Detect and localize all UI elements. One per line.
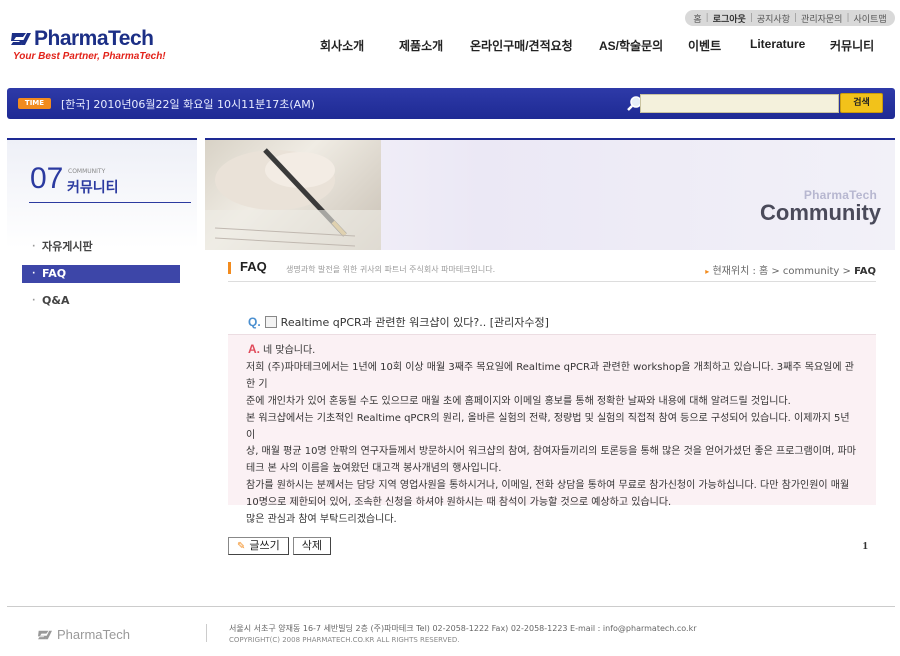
answer-line: 준에 개인차가 있어 혼동될 수도 있으므로 매월 초에 홈페이지와 이메일 홍… — [246, 395, 791, 407]
delete-button[interactable]: 삭제 — [292, 537, 332, 555]
logo-tagline: Your Best Partner, PharmaTech! — [13, 51, 166, 62]
footer-copyright: COPYRIGHT(C) 2008 PHARMATECH.CO.KR ALL R… — [229, 636, 460, 644]
nav-item-event[interactable]: 이벤트 — [688, 37, 750, 54]
title-bar-marker — [228, 262, 231, 274]
write-button[interactable]: ✎ 글쓰기 — [228, 537, 289, 555]
util-separator: | — [705, 13, 709, 23]
answer-line: 상, 매월 평균 10명 안팎의 연구자들께서 방문하시어 워크샵의 참여, 참… — [246, 446, 856, 458]
pencil-icon: ✎ — [237, 541, 246, 552]
util-separator: | — [846, 13, 850, 23]
page-title: FAQ — [240, 259, 267, 274]
pagination-page[interactable]: 1 — [863, 540, 869, 552]
breadcrumb-path: 현재위치 : 홈 > community > — [712, 266, 855, 277]
side-menu-faq[interactable]: · FAQ — [22, 265, 180, 283]
side-menu: · 자유게시판 · FAQ · Q&A — [22, 238, 180, 319]
footer-separator — [206, 624, 207, 642]
section-title: 커뮤니티 — [67, 180, 119, 196]
nav-item-online-order[interactable]: 온라인구매/견적요청 — [470, 37, 599, 54]
answer-line: 테크 본 사의 이름을 높여왔던 대고객 봉사개념의 행사입니다. — [246, 463, 502, 475]
util-notice-link[interactable]: 공지사항 — [757, 12, 790, 25]
faq-question: Q. Realtime qPCR과 관련한 워크샵이 있다?.. [관리자수정] — [248, 314, 549, 330]
answer-line: 저희 (주)파마테크에서는 1년에 10회 이상 매월 3째주 목요일에 Rea… — [246, 361, 854, 390]
side-menu-free-board[interactable]: · 자유게시판 — [22, 238, 180, 256]
footer-logo-mark-icon — [38, 630, 52, 639]
side-menu-label: Q&A — [42, 294, 70, 307]
question-checkbox[interactable] — [264, 316, 277, 328]
page-subtitle: 생명과학 발전을 위한 귀사의 파트너 주식회사 파마테크입니다. — [286, 265, 496, 274]
side-menu-qna[interactable]: · Q&A — [22, 292, 180, 310]
search-input[interactable] — [640, 94, 839, 113]
answer-mark-icon: A. — [248, 342, 260, 356]
banner-photo — [205, 140, 381, 250]
util-separator: | — [749, 13, 753, 23]
bullet-icon: · — [32, 269, 36, 279]
nav-item-as-inquiry[interactable]: AS/학술문의 — [599, 37, 688, 54]
footer-divider — [7, 606, 895, 607]
time-badge: TIME — [18, 98, 51, 109]
answer-line: A. 네 맞습니다. — [248, 342, 316, 356]
question-mark-icon: Q. — [248, 315, 261, 329]
content-header: FAQ 생명과학 발전을 위한 귀사의 파트너 주식회사 파마테크입니다. ▸ … — [228, 256, 876, 282]
answer-line: 10명으로 제한되어 있어, 조속한 신청을 하셔야 원하시는 때 참석이 가능… — [246, 497, 672, 509]
section-header: 07 COMMUNITY 커뮤니티 — [7, 138, 197, 248]
bullet-icon: · — [32, 296, 36, 306]
util-admin-contact-link[interactable]: 관리자문의 — [801, 12, 842, 25]
banner-title: Community — [760, 200, 881, 225]
faq-answer: A. 네 맞습니다. 저희 (주)파마테크에서는 1년에 10회 이상 매월 3째… — [228, 334, 876, 525]
answer-line: 본 워크샵에서는 기초적인 Realtime qPCR의 원리, 올바른 실험의… — [246, 412, 850, 441]
main-navigation: 회사소개 제품소개 온라인구매/견적요청 AS/학술문의 이벤트 Literat… — [320, 37, 874, 54]
side-menu-label: FAQ — [42, 267, 67, 280]
util-sitemap-link[interactable]: 사이트맵 — [854, 12, 887, 25]
util-home-link[interactable]: 홈 — [693, 12, 701, 25]
bullet-icon: · — [32, 242, 36, 252]
breadcrumb: ▸ 현재위치 : 홈 > community > FAQ — [705, 262, 876, 277]
util-logout-link[interactable]: 로그아웃 — [713, 12, 746, 25]
nav-item-literature[interactable]: Literature — [750, 37, 830, 54]
write-button-label: 글쓰기 — [249, 539, 280, 552]
footer-logo: PharmaTech — [36, 627, 130, 642]
board-buttons: ✎ 글쓰기 삭제 — [228, 537, 332, 555]
community-banner: PharmaTech Community — [205, 138, 895, 250]
section-number: 07 — [30, 162, 64, 195]
answer-line: 많은 관심과 참여 부탁드리겠습니다. — [246, 514, 397, 526]
time-search-bar: TIME [한국] 2010년06월22일 화요일 10시11분17초(AM) … — [7, 88, 895, 119]
logo-text: PharmaTech — [34, 27, 154, 50]
utility-links: 홈 | 로그아웃 | 공지사항 | 관리자문의 | 사이트맵 — [685, 10, 895, 26]
answer-line: 참가를 원하시는 분께서는 담당 지역 영업사원을 통하시거나, 이메일, 전화… — [246, 480, 850, 492]
section-english-title: COMMUNITY — [68, 168, 106, 175]
breadcrumb-current: FAQ — [854, 266, 876, 277]
nav-item-community[interactable]: 커뮤니티 — [830, 37, 874, 54]
breadcrumb-arrow-icon: ▸ — [705, 267, 710, 276]
util-separator: | — [794, 13, 798, 23]
nav-item-company[interactable]: 회사소개 — [320, 37, 399, 54]
logo-mark-icon — [11, 33, 31, 45]
footer-address: 서울시 서초구 양재동 16-7 세반빌딩 2층 (주)파마테크 Tel) 02… — [229, 624, 697, 633]
question-text: Realtime qPCR과 관련한 워크샵이 있다?.. [관리자수정] — [280, 316, 549, 329]
section-divider — [29, 202, 191, 203]
pen-hand-illustration — [205, 148, 381, 250]
side-menu-label: 자유게시판 — [42, 240, 93, 253]
search-button[interactable]: 검색 — [840, 93, 883, 113]
footer-logo-text: PharmaTech — [57, 627, 130, 642]
nav-item-products[interactable]: 제품소개 — [399, 37, 470, 54]
current-time-text: [한국] 2010년06월22일 화요일 10시11분17초(AM) — [61, 98, 315, 111]
